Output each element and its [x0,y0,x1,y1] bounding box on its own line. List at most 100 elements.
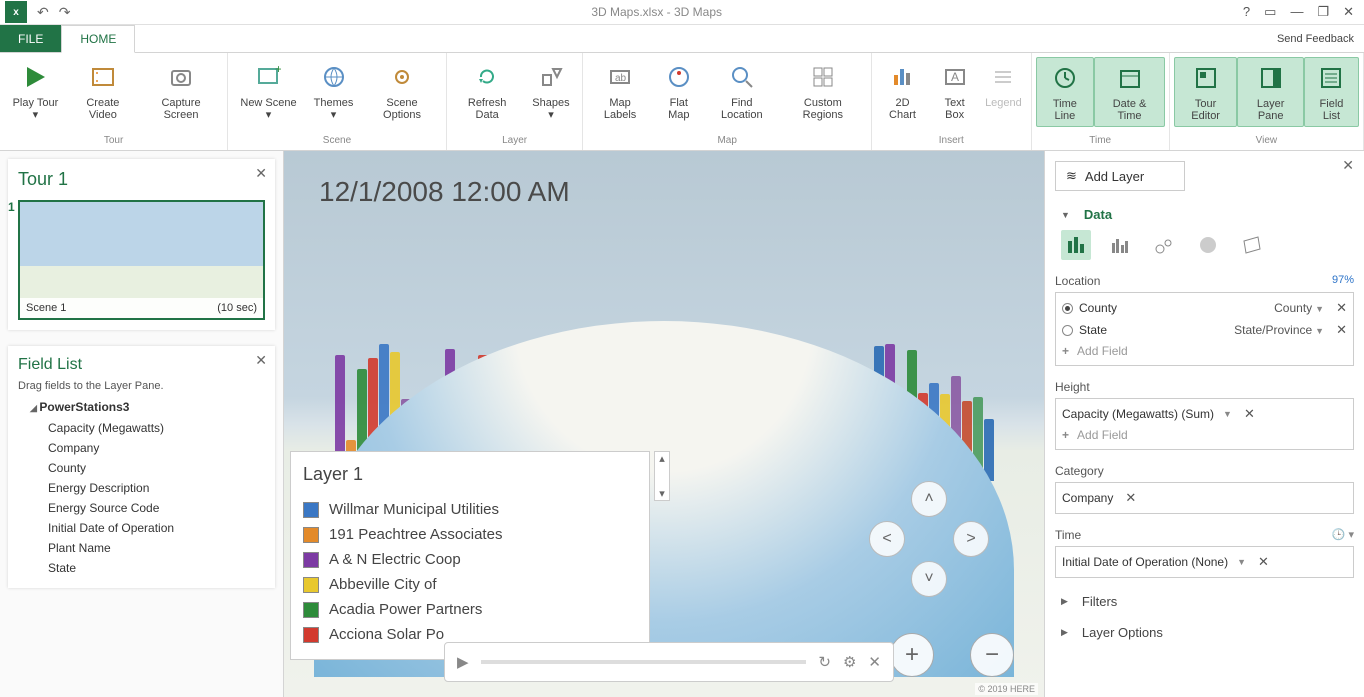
help-button[interactable]: ? [1243,4,1250,20]
legend-swatch [303,602,319,618]
date-time-button[interactable]: Date & Time [1094,57,1165,127]
remove-time[interactable]: ✕ [1258,554,1269,570]
play-icon [19,61,51,93]
new-scene-button[interactable]: +New Scene ▾ [232,57,305,125]
close-tour-panel[interactable]: ✕ [255,165,267,182]
add-location-field[interactable]: +Add Field [1062,341,1347,361]
geo-type[interactable]: County▼ [1274,301,1324,315]
location-radio[interactable] [1062,303,1073,314]
zoom-out-button[interactable]: − [970,633,1014,677]
map-canvas[interactable]: 12/1/2008 12:00 AM ▴▾ Layer 1 Willmar Mu… [284,151,1044,697]
zoom-in-button[interactable]: + [890,633,934,677]
time-dropdown[interactable]: ▼ [1237,557,1246,567]
tab-home[interactable]: HOME [61,25,135,53]
redo-button[interactable]: ↷ [59,4,71,21]
field-item[interactable]: State [48,558,265,578]
layers-icon: ≋ [1066,168,1077,184]
section-filters[interactable]: Filters [1061,594,1354,609]
field-item[interactable]: Plant Name [48,538,265,558]
group-insert: 2D Chart AText Box Legend Insert [872,53,1032,150]
play-button[interactable]: ▶ [457,653,469,671]
player-settings-button[interactable]: ⚙ [843,653,856,671]
map-zoom-slider[interactable]: ▴▾ [654,451,670,501]
ribbon-options-button[interactable]: ▭ [1264,4,1276,20]
find-location-button[interactable]: Find Location [705,57,779,125]
create-video-button[interactable]: Create Video [67,57,139,125]
legend-button[interactable]: Legend [980,57,1026,113]
legend-item: Willmar Municipal Utilities [303,497,637,522]
field-list-button[interactable]: Field List [1304,57,1359,127]
window-title: 3D Maps.xlsx - 3D Maps [70,5,1242,19]
field-item[interactable]: County [48,458,265,478]
custom-regions-button[interactable]: Custom Regions [779,57,867,125]
undo-button[interactable]: ↶ [37,4,49,21]
2d-chart-button[interactable]: 2D Chart [876,57,929,125]
scene-thumbnail[interactable]: 1 Scene 1 (10 sec) [18,200,265,320]
legend-swatch [303,502,319,518]
section-data[interactable]: Data [1061,207,1354,222]
scene-name: Scene 1 [26,302,66,314]
location-radio[interactable] [1062,325,1073,336]
map-labels-button[interactable]: abMap Labels [587,57,652,125]
viz-bubble[interactable] [1149,230,1179,260]
height-box: Capacity (Megawatts) (Sum) ▼ ✕ +Add Field [1055,398,1354,450]
themes-button[interactable]: Themes ▾ [305,57,362,125]
tab-file[interactable]: FILE [0,25,61,52]
field-item[interactable]: Energy Source Code [48,498,265,518]
height-dropdown[interactable]: ▼ [1223,409,1232,419]
height-field[interactable]: Capacity (Megawatts) (Sum) [1062,407,1214,421]
scene-options-button[interactable]: Scene Options [362,57,442,125]
legend-item: 191 Peachtree Associates [303,522,637,547]
viz-clustered-column[interactable] [1105,230,1135,260]
tilt-down-button[interactable]: ˅ [911,561,947,597]
location-field-name[interactable]: State [1079,323,1107,337]
rotate-left-button[interactable]: ˂ [869,521,905,557]
tour-title: Tour 1 [18,169,265,190]
play-tour-button[interactable]: Play Tour ▾ [4,57,67,125]
remove-location[interactable]: ✕ [1336,300,1347,316]
rotate-right-button[interactable]: ˃ [953,521,989,557]
time-slider[interactable] [481,660,807,664]
close-field-list[interactable]: ✕ [255,352,267,369]
section-layer-options[interactable]: Layer Options [1061,625,1354,640]
close-button[interactable]: ✕ [1343,4,1354,20]
map-timestamp: 12/1/2008 12:00 AM [319,176,570,208]
film-icon [87,61,119,93]
layer-pane-button[interactable]: Layer Pane [1237,57,1304,127]
restore-button[interactable]: ❐ [1317,4,1329,20]
map-legend[interactable]: Layer 1 Willmar Municipal Utilities191 P… [290,451,650,660]
remove-location[interactable]: ✕ [1336,322,1347,338]
time-line-button[interactable]: Time Line [1036,57,1095,127]
viz-heatmap[interactable] [1193,230,1223,260]
capture-screen-button[interactable]: Capture Screen [139,57,223,125]
tilt-up-button[interactable]: ˄ [911,481,947,517]
remove-category[interactable]: ✕ [1125,490,1136,506]
time-field[interactable]: Initial Date of Operation (None) [1062,555,1228,569]
remove-height[interactable]: ✕ [1244,406,1255,422]
field-item[interactable]: Energy Description [48,478,265,498]
title-bar: x ↶ ↷ 3D Maps.xlsx - 3D Maps ? ▭ — ❐ ✕ [0,0,1364,25]
flat-map-button[interactable]: Flat Map [653,57,705,125]
field-item[interactable]: Initial Date of Operation [48,518,265,538]
field-table-name[interactable]: PowerStations3 [30,400,265,414]
loop-button[interactable]: ↻ [818,653,831,671]
refresh-data-button[interactable]: Refresh Data [451,57,524,125]
send-feedback-link[interactable]: Send Feedback [1267,25,1364,52]
player-close-button[interactable]: ✕ [868,653,881,671]
tour-editor-button[interactable]: Tour Editor [1174,57,1238,127]
viz-region[interactable] [1237,230,1267,260]
close-layer-pane[interactable]: ✕ [1342,157,1354,174]
geo-type[interactable]: State/Province▼ [1234,323,1324,337]
add-height-field[interactable]: +Add Field [1062,425,1347,445]
shapes-button[interactable]: Shapes ▾ [523,57,578,125]
minimize-button[interactable]: — [1290,4,1303,20]
field-item[interactable]: Company [48,438,265,458]
location-confidence[interactable]: 97% [1332,274,1354,288]
add-layer-button[interactable]: ≋ Add Layer [1055,161,1185,191]
shapes-icon [535,61,567,93]
viz-stacked-column[interactable] [1061,230,1091,260]
category-field[interactable]: Company [1062,491,1113,505]
text-box-button[interactable]: AText Box [929,57,980,125]
field-item[interactable]: Capacity (Megawatts) [48,418,265,438]
location-field-name[interactable]: County [1079,301,1117,315]
